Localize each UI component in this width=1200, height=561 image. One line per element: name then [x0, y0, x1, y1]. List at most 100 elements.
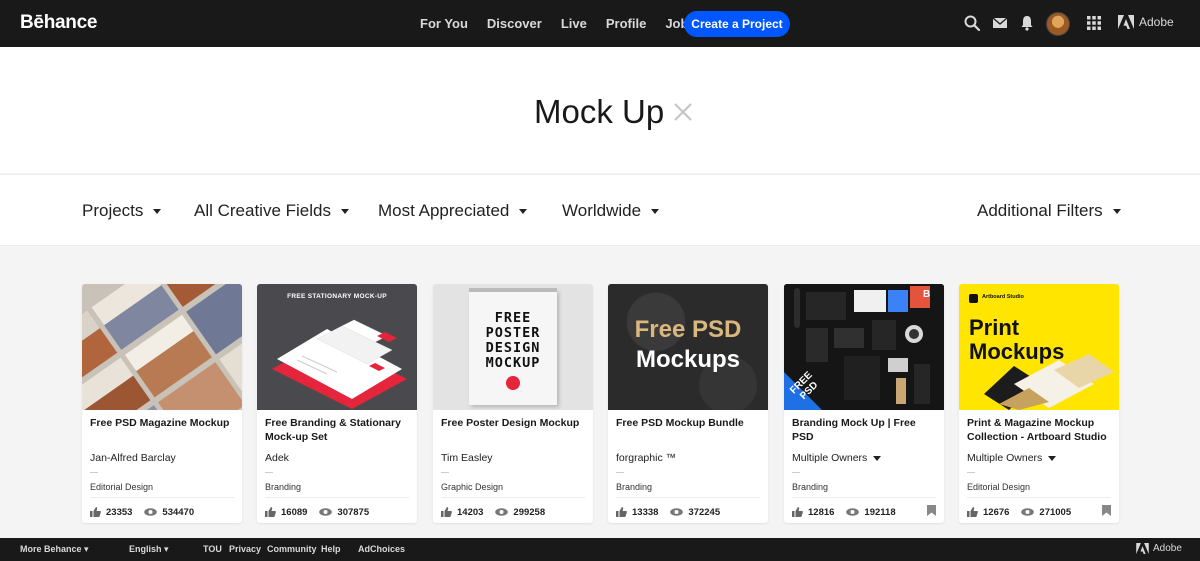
- project-thumbnail[interactable]: FREE POSTER DESIGN MOCKUP: [433, 284, 593, 410]
- project-title[interactable]: Branding Mock Up | Free PSD: [792, 416, 940, 444]
- project-owner[interactable]: Jan-Alfred Barclay: [90, 452, 176, 464]
- thumbs-up-icon: [792, 507, 803, 517]
- project-owner[interactable]: Tim Easley: [441, 452, 493, 464]
- language-label: English: [129, 544, 162, 554]
- nav-profile[interactable]: Profile: [606, 16, 646, 31]
- project-stats: 16089 307875: [265, 505, 369, 519]
- owner-name: Multiple Owners: [792, 452, 868, 464]
- project-thumbnail[interactable]: B FREE PSD: [784, 284, 944, 410]
- bell-icon[interactable]: [1018, 14, 1036, 32]
- project-stats: 14203 299258: [441, 505, 545, 519]
- location-label: Worldwide: [562, 201, 642, 220]
- project-title[interactable]: Free Poster Design Mockup: [441, 416, 589, 430]
- project-stats: 13338 372245: [616, 505, 720, 519]
- additional-filters-dropdown[interactable]: Additional Filters: [977, 201, 1121, 221]
- project-thumbnail[interactable]: Artboard Studio Print Mockups: [959, 284, 1119, 410]
- views-count: 271005: [1039, 506, 1072, 518]
- project-thumbnail[interactable]: Free PSD Mockups: [608, 284, 768, 410]
- footer-link-tou[interactable]: TOU: [203, 544, 222, 554]
- chevron-down-icon: [1048, 455, 1057, 461]
- footer-link-help[interactable]: Help: [321, 544, 341, 554]
- eye-icon: [670, 508, 684, 516]
- adobe-link[interactable]: Adobe: [1118, 15, 1174, 29]
- project-card[interactable]: FREE STATIONARY MOCK-UP Free Branding & …: [257, 284, 417, 523]
- project-owner[interactable]: Adek: [265, 452, 289, 464]
- views: 192118: [846, 507, 896, 518]
- footer-adobe-label: Adobe: [1153, 543, 1182, 554]
- bookmark-icon[interactable]: [1102, 505, 1111, 516]
- project-field: Editorial Design: [90, 482, 154, 492]
- thumbs-up-icon: [616, 507, 627, 517]
- views: 307875: [319, 507, 369, 518]
- eye-icon: [495, 508, 509, 516]
- bookmark-icon[interactable]: [927, 505, 936, 516]
- nav-discover[interactable]: Discover: [487, 16, 542, 31]
- eye-icon: [144, 508, 158, 516]
- search-header: Mock Up: [0, 47, 1200, 173]
- mail-icon[interactable]: [991, 14, 1009, 32]
- magazine-mockup-image: [82, 284, 242, 410]
- owner-name[interactable]: Adek: [265, 452, 289, 464]
- language-dropdown[interactable]: English ▾: [129, 544, 169, 555]
- footer-link-community[interactable]: Community: [267, 544, 317, 554]
- thumbnail-subheading: Mockups: [635, 346, 740, 373]
- project-card[interactable]: Artboard Studio Print Mockups Print & Ma…: [959, 284, 1119, 523]
- poster-line: FREE: [494, 310, 532, 326]
- search-term[interactable]: Mock Up: [534, 93, 664, 131]
- thumbs-up-icon: [441, 507, 452, 517]
- divider: [792, 497, 936, 498]
- divider: [441, 472, 449, 473]
- behance-logo[interactable]: Bēhance: [20, 12, 97, 34]
- location-dropdown[interactable]: Worldwide: [562, 201, 660, 221]
- appreciations-count: 12816: [808, 506, 835, 518]
- apps-grid-icon[interactable]: [1085, 14, 1103, 32]
- poster-text: FREE POSTER DESIGN MOCKUP: [469, 311, 557, 371]
- projects-filter-label: Projects: [82, 201, 144, 220]
- adobe-logo-icon: [1136, 543, 1149, 554]
- project-field: Editorial Design: [967, 482, 1031, 492]
- project-card[interactable]: Free PSD Magazine Mockup Jan-Alfred Barc…: [82, 284, 242, 523]
- adobe-label: Adobe: [1139, 15, 1174, 29]
- project-owner[interactable]: forgraphic ™: [616, 452, 676, 464]
- more-behance-label: More Behance: [20, 544, 82, 554]
- sort-dropdown[interactable]: Most Appreciated: [378, 201, 528, 221]
- avatar[interactable]: [1046, 12, 1070, 36]
- sort-label: Most Appreciated: [378, 201, 510, 220]
- thumbnail-heading: Free PSD: [634, 316, 742, 343]
- views-count: 534470: [162, 506, 195, 518]
- thumbnail-caption: FREE STATIONARY MOCK-UP: [287, 293, 387, 300]
- more-behance-dropdown[interactable]: More Behance ▾: [20, 544, 89, 555]
- project-title[interactable]: Free Branding & Stationary Mock-up Set: [265, 416, 413, 444]
- clear-search-icon[interactable]: [672, 101, 694, 123]
- project-stats: 12676 271005: [967, 505, 1071, 519]
- project-title[interactable]: Free PSD Magazine Mockup: [90, 416, 238, 430]
- divider: [616, 497, 760, 498]
- multiple-owners-dropdown[interactable]: Multiple Owners: [792, 452, 882, 464]
- search-icon[interactable]: [963, 14, 981, 32]
- nav-live[interactable]: Live: [561, 16, 587, 31]
- footer-link-privacy[interactable]: Privacy: [229, 544, 261, 554]
- multiple-owners-dropdown[interactable]: Multiple Owners: [967, 452, 1057, 464]
- creative-fields-dropdown[interactable]: All Creative Fields: [194, 201, 349, 221]
- project-thumbnail[interactable]: FREE STATIONARY MOCK-UP: [257, 284, 417, 410]
- project-title[interactable]: Print & Magazine Mockup Collection - Art…: [967, 416, 1115, 444]
- project-title[interactable]: Free PSD Mockup Bundle: [616, 416, 764, 430]
- thumbnail-brand-mark: B: [923, 289, 931, 300]
- owner-name[interactable]: Jan-Alfred Barclay: [90, 452, 176, 464]
- project-card[interactable]: B FREE PSD Branding Mock Up | Free PSD M…: [784, 284, 944, 523]
- owner-name[interactable]: forgraphic ™: [616, 452, 676, 464]
- footer-adobe-link[interactable]: Adobe: [1136, 543, 1182, 554]
- project-card[interactable]: Free PSD Mockups Free PSD Mockup Bundle …: [608, 284, 768, 523]
- project-thumbnail[interactable]: [82, 284, 242, 410]
- eye-icon: [1021, 508, 1035, 516]
- footer-link-adchoices[interactable]: AdChoices: [358, 544, 405, 554]
- chevron-down-icon: [873, 455, 882, 461]
- stationary-mockup-image: [257, 284, 417, 410]
- owner-name[interactable]: Tim Easley: [441, 452, 493, 464]
- project-field: Graphic Design: [441, 482, 504, 492]
- projects-filter-dropdown[interactable]: Projects: [82, 201, 162, 221]
- project-card[interactable]: FREE POSTER DESIGN MOCKUP Free Poster De…: [433, 284, 593, 523]
- create-project-button[interactable]: Create a Project: [684, 11, 790, 37]
- nav-for-you[interactable]: For You: [420, 16, 468, 31]
- views: 534470: [144, 507, 194, 518]
